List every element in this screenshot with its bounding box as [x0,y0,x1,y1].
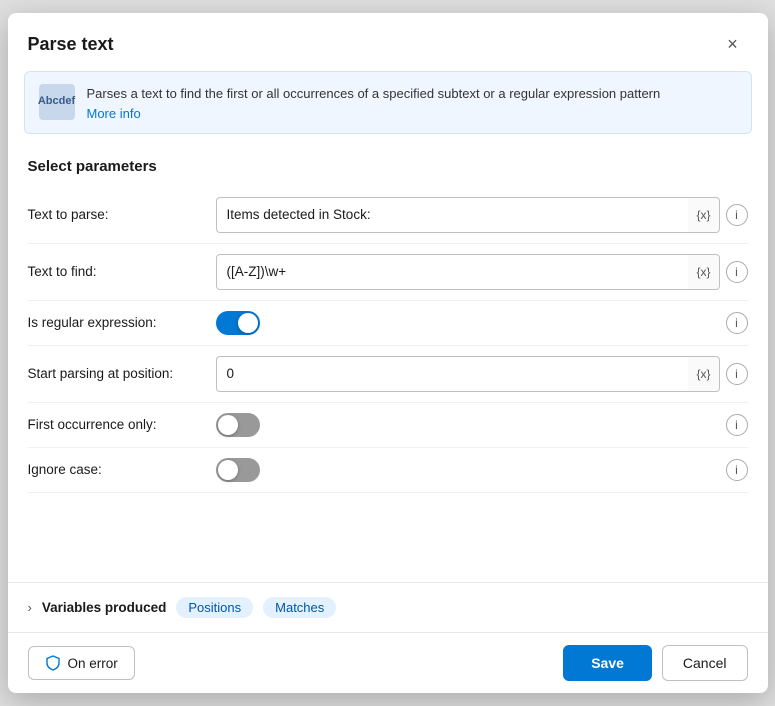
banner-content: Parses a text to find the first or all o… [87,84,661,121]
on-error-label: On error [68,656,118,671]
first-occurrence-track [216,413,260,437]
param-row-ignore-case: Ignore case: i [28,448,748,493]
dialog-header: Parse text × [8,13,768,71]
text-to-find-input-group: {x} [216,254,720,290]
text-to-find-input[interactable] [216,254,691,290]
text-to-parse-control: {x} i [216,197,748,233]
ignore-case-label: Ignore case: [28,462,208,477]
on-error-button[interactable]: On error [28,646,135,680]
text-to-parse-info-icon[interactable]: i [726,204,748,226]
start-position-input-group: {x} [216,356,720,392]
cancel-button[interactable]: Cancel [662,645,748,681]
ignore-case-control: i [216,458,748,482]
positions-chip: Positions [176,597,253,618]
close-button[interactable]: × [718,29,748,59]
shield-icon [45,655,61,671]
text-to-parse-input-group: {x} [216,197,720,233]
start-position-info-icon[interactable]: i [726,363,748,385]
param-row-first-occurrence: First occurrence only: i [28,403,748,448]
is-regex-track [216,311,260,335]
text-to-parse-label: Text to parse: [28,207,208,222]
param-row-is-regex: Is regular expression: i [28,301,748,346]
is-regex-info-icon[interactable]: i [726,312,748,334]
param-row-text-to-find: Text to find: {x} i [28,244,748,301]
variables-produced-section: › Variables produced Positions Matches [8,582,768,632]
is-regex-control: i [216,311,748,335]
matches-chip: Matches [263,597,336,618]
text-to-find-info-icon[interactable]: i [726,261,748,283]
start-position-input[interactable] [216,356,691,392]
variables-chevron-icon[interactable]: › [28,600,32,615]
banner-description: Parses a text to find the first or all o… [87,86,661,101]
param-row-start-position: Start parsing at position: {x} i [28,346,748,403]
text-to-parse-var-badge[interactable]: {x} [688,197,719,233]
ignore-case-track [216,458,260,482]
is-regex-toggle[interactable] [216,311,260,335]
first-occurrence-toggle[interactable] [216,413,260,437]
start-position-label: Start parsing at position: [28,366,208,381]
save-button[interactable]: Save [563,645,652,681]
ignore-case-thumb [218,460,238,480]
param-row-text-to-parse: Text to parse: {x} i [28,187,748,244]
info-banner: Abc def Parses a text to find the first … [24,71,752,134]
parameters-area: Text to parse: {x} i Text to find: {x} i [8,183,768,579]
text-to-parse-input[interactable] [216,197,691,233]
start-position-control: {x} i [216,356,748,392]
dialog-footer: On error Save Cancel [8,632,768,693]
text-to-find-control: {x} i [216,254,748,290]
text-to-find-var-badge[interactable]: {x} [688,254,719,290]
ignore-case-info-icon[interactable]: i [726,459,748,481]
section-title: Select parameters [8,142,768,183]
first-occurrence-thumb [218,415,238,435]
dialog-title: Parse text [28,34,114,55]
first-occurrence-info-icon[interactable]: i [726,414,748,436]
first-occurrence-control: i [216,413,748,437]
ignore-case-toggle[interactable] [216,458,260,482]
start-position-var-badge[interactable]: {x} [688,356,719,392]
footer-right-buttons: Save Cancel [563,645,747,681]
is-regex-thumb [238,313,258,333]
more-info-link[interactable]: More info [87,106,661,121]
text-to-find-label: Text to find: [28,264,208,279]
parse-text-dialog: Parse text × Abc def Parses a text to fi… [8,13,768,693]
first-occurrence-label: First occurrence only: [28,417,208,432]
abc-icon: Abc def [39,84,75,120]
is-regex-label: Is regular expression: [28,315,208,330]
variables-produced-label: Variables produced [42,600,167,615]
